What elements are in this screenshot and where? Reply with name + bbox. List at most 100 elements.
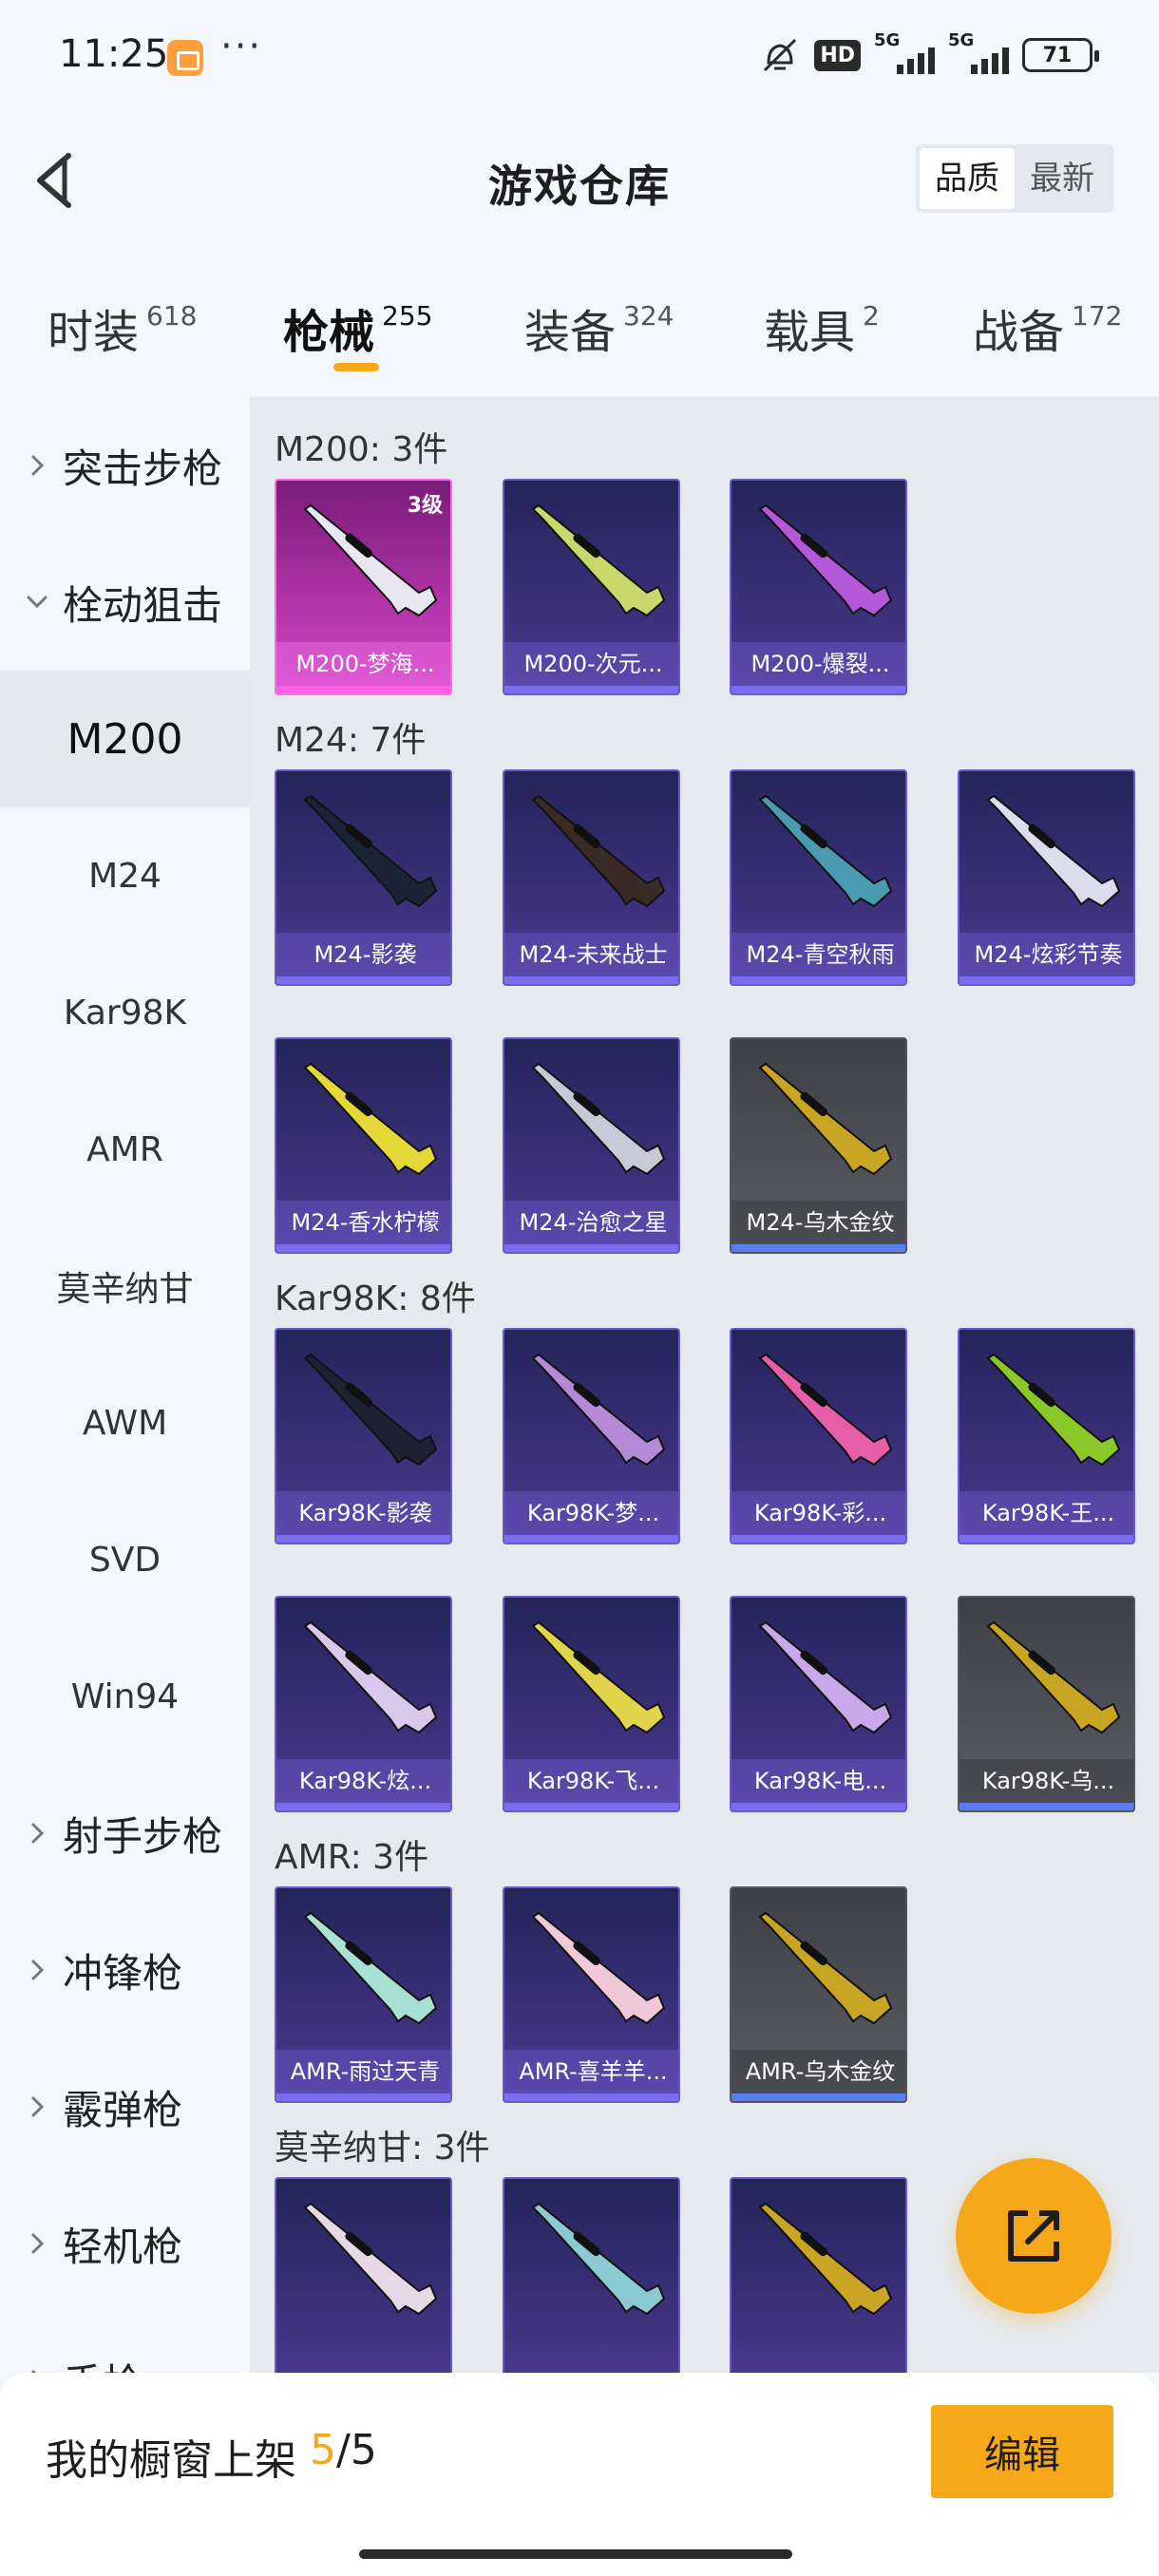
sidebar-item-weapon[interactable]: 莫辛纳甘 — [0, 1218, 250, 1354]
chevron-right-icon — [31, 2233, 45, 2254]
tab-supplies[interactable]: 战备 172 — [973, 294, 1122, 361]
chevron-right-icon — [31, 1823, 45, 1844]
sidebar-item-weapon[interactable]: Kar98K — [0, 944, 250, 1081]
sidebar-item-label: 射手步枪 — [63, 1812, 223, 1860]
weapon-skin-card[interactable]: Kar98K-王... — [958, 1328, 1135, 1544]
rarity-strip — [276, 1244, 450, 1252]
weapon-skin-card[interactable]: M24-乌木金纹 — [730, 1037, 907, 1254]
sidebar-item-label: 冲锋枪 — [63, 1949, 183, 1997]
weapon-skin-name: AMR-雨过天青 — [276, 2050, 450, 2093]
chevron-right-icon — [31, 1960, 45, 1980]
rarity-strip — [276, 1535, 450, 1543]
weapon-skin-card[interactable]: Kar98K-影袭 — [275, 1328, 452, 1544]
sidebar-item-label: 轻机枪 — [63, 2223, 183, 2270]
weapon-skin-card[interactable]: M24-香水柠檬 — [275, 1037, 452, 1254]
category-tabs: 时装 618 枪械 255 装备 324 载具 2 战备 172 — [0, 275, 1159, 380]
rifle-icon — [303, 2202, 438, 2316]
sidebar-item-group[interactable]: 栓动狙击 — [0, 534, 250, 671]
tab-equipment[interactable]: 装备 324 — [524, 294, 674, 361]
home-indicator[interactable] — [359, 2549, 792, 2559]
weapon-skin-card[interactable]: M200-爆裂... — [730, 479, 907, 695]
tab-vehicles[interactable]: 载具 2 — [764, 294, 880, 361]
sidebar-item-weapon[interactable]: Win94 — [0, 1628, 250, 1765]
sidebar-item-weapon[interactable]: AWM — [0, 1354, 250, 1491]
rifle-icon — [303, 1911, 438, 2025]
sidebar-item-group[interactable]: 冲锋枪 — [0, 1902, 250, 2038]
weapon-skin-card[interactable]: M24-青空秋雨 — [730, 769, 907, 986]
weapon-skin-name: Kar98K-梦... — [504, 1491, 678, 1535]
sidebar-item-weapon[interactable]: M200 — [0, 671, 250, 807]
weapon-skin-card[interactable]: M200-次元... — [503, 479, 680, 695]
weapon-skin-name: Kar98K-王... — [960, 1491, 1133, 1535]
weapon-skin-card[interactable]: M24-影袭 — [275, 769, 452, 986]
rifle-icon — [531, 1620, 666, 1734]
showcase-total: 5 — [350, 2426, 377, 2474]
weapon-skin-name: M24-未来战士 — [504, 933, 678, 976]
rarity-strip — [960, 1803, 1133, 1810]
rifle-icon — [303, 1062, 438, 1176]
weapon-skin-card[interactable]: Kar98K-乌... — [958, 1596, 1135, 1812]
group-title: Kar98K: 8件 — [275, 1279, 476, 1318]
weapon-skin-card[interactable]: AMR-喜羊羊... — [503, 1886, 680, 2103]
weapon-skin-card[interactable]: M24-炫彩节奏 — [958, 769, 1135, 986]
weapon-skin-name: M24-青空秋雨 — [732, 933, 905, 976]
rifle-icon — [758, 1353, 893, 1467]
sidebar-item-group[interactable]: 射手步枪 — [0, 1765, 250, 1902]
weapon-skin-card[interactable]: Kar98K-梦... — [503, 1328, 680, 1544]
status-time: 11:25 — [59, 32, 169, 76]
status-bar: 11:25 ··· HD 5G 5G 71 — [0, 0, 1159, 114]
weapon-skin-name: AMR-喜羊羊... — [504, 2050, 678, 2093]
sort-newest-button[interactable]: 最新 — [1015, 148, 1110, 209]
sidebar-item-group[interactable]: 轻机枪 — [0, 2175, 250, 2312]
sort-quality-button[interactable]: 品质 — [920, 148, 1015, 209]
rifle-icon — [303, 794, 438, 908]
sidebar-item-group[interactable]: 突击步枪 — [0, 397, 250, 534]
sidebar-item-group[interactable]: 霰弹枪 — [0, 2038, 250, 2175]
weapon-skin-card[interactable]: Kar98K-炫... — [275, 1596, 452, 1812]
weapon-skin-card[interactable] — [275, 2177, 452, 2373]
rarity-strip — [276, 2093, 450, 2101]
rifle-icon — [986, 1620, 1121, 1734]
sidebar-item-label: AWM — [82, 1403, 168, 1443]
weapon-skin-name: Kar98K-飞... — [504, 1759, 678, 1803]
chevron-down-icon — [27, 596, 48, 609]
weapon-skin-card[interactable]: AMR-雨过天青 — [275, 1886, 452, 2103]
weapon-skin-card[interactable]: M24-治愈之星 — [503, 1037, 680, 1254]
share-button[interactable] — [956, 2158, 1112, 2314]
tab-guns[interactable]: 枪械 255 — [283, 294, 432, 361]
sidebar-item-weapon[interactable]: SVD — [0, 1491, 250, 1628]
weapon-skin-card[interactable]: Kar98K-彩... — [730, 1328, 907, 1544]
rifle-icon — [758, 1911, 893, 2025]
app-notification-icon — [167, 40, 203, 76]
weapon-skin-card[interactable]: Kar98K-飞... — [503, 1596, 680, 1812]
rarity-strip — [732, 976, 905, 984]
sidebar-item-label: 突击步枪 — [63, 445, 223, 492]
weapon-skin-card[interactable] — [730, 2177, 907, 2373]
weapon-skin-name: M24-乌木金纹 — [732, 1201, 905, 1244]
weapon-skin-card[interactable]: M24-未来战士 — [503, 769, 680, 986]
chevron-right-icon — [31, 455, 45, 476]
tab-outfits[interactable]: 时装 618 — [48, 294, 197, 361]
weapon-skin-card[interactable]: 3级 M200-梦海... — [275, 479, 452, 695]
sidebar-item-weapon[interactable]: AMR — [0, 1081, 250, 1218]
weapon-skin-card[interactable]: Kar98K-电... — [730, 1596, 907, 1812]
rifle-icon — [303, 1620, 438, 1734]
edit-button[interactable]: 编辑 — [931, 2405, 1113, 2498]
rifle-icon — [986, 794, 1121, 908]
share-icon — [1008, 2210, 1059, 2262]
sidebar-item-weapon[interactable]: M24 — [0, 807, 250, 944]
weapon-skin-card[interactable] — [503, 2177, 680, 2373]
weapon-skin-card[interactable]: AMR-乌木金纹 — [730, 1886, 907, 2103]
weapon-skin-name: Kar98K-影袭 — [276, 1491, 450, 1535]
sidebar-item-label: M24 — [88, 856, 162, 896]
group-title: M24: 7件 — [275, 721, 427, 760]
sidebar-item-label: 霰弹枪 — [63, 2086, 183, 2133]
sidebar-item-label: M200 — [66, 714, 183, 764]
rarity-strip — [960, 1535, 1133, 1543]
weapon-skin-name: Kar98K-彩... — [732, 1491, 905, 1535]
rifle-icon — [531, 794, 666, 908]
rifle-icon — [531, 1911, 666, 2025]
rarity-strip — [960, 976, 1133, 984]
showcase-current: 5 — [310, 2426, 336, 2474]
group-title: 莫辛纳甘: 3件 — [275, 2129, 490, 2168]
